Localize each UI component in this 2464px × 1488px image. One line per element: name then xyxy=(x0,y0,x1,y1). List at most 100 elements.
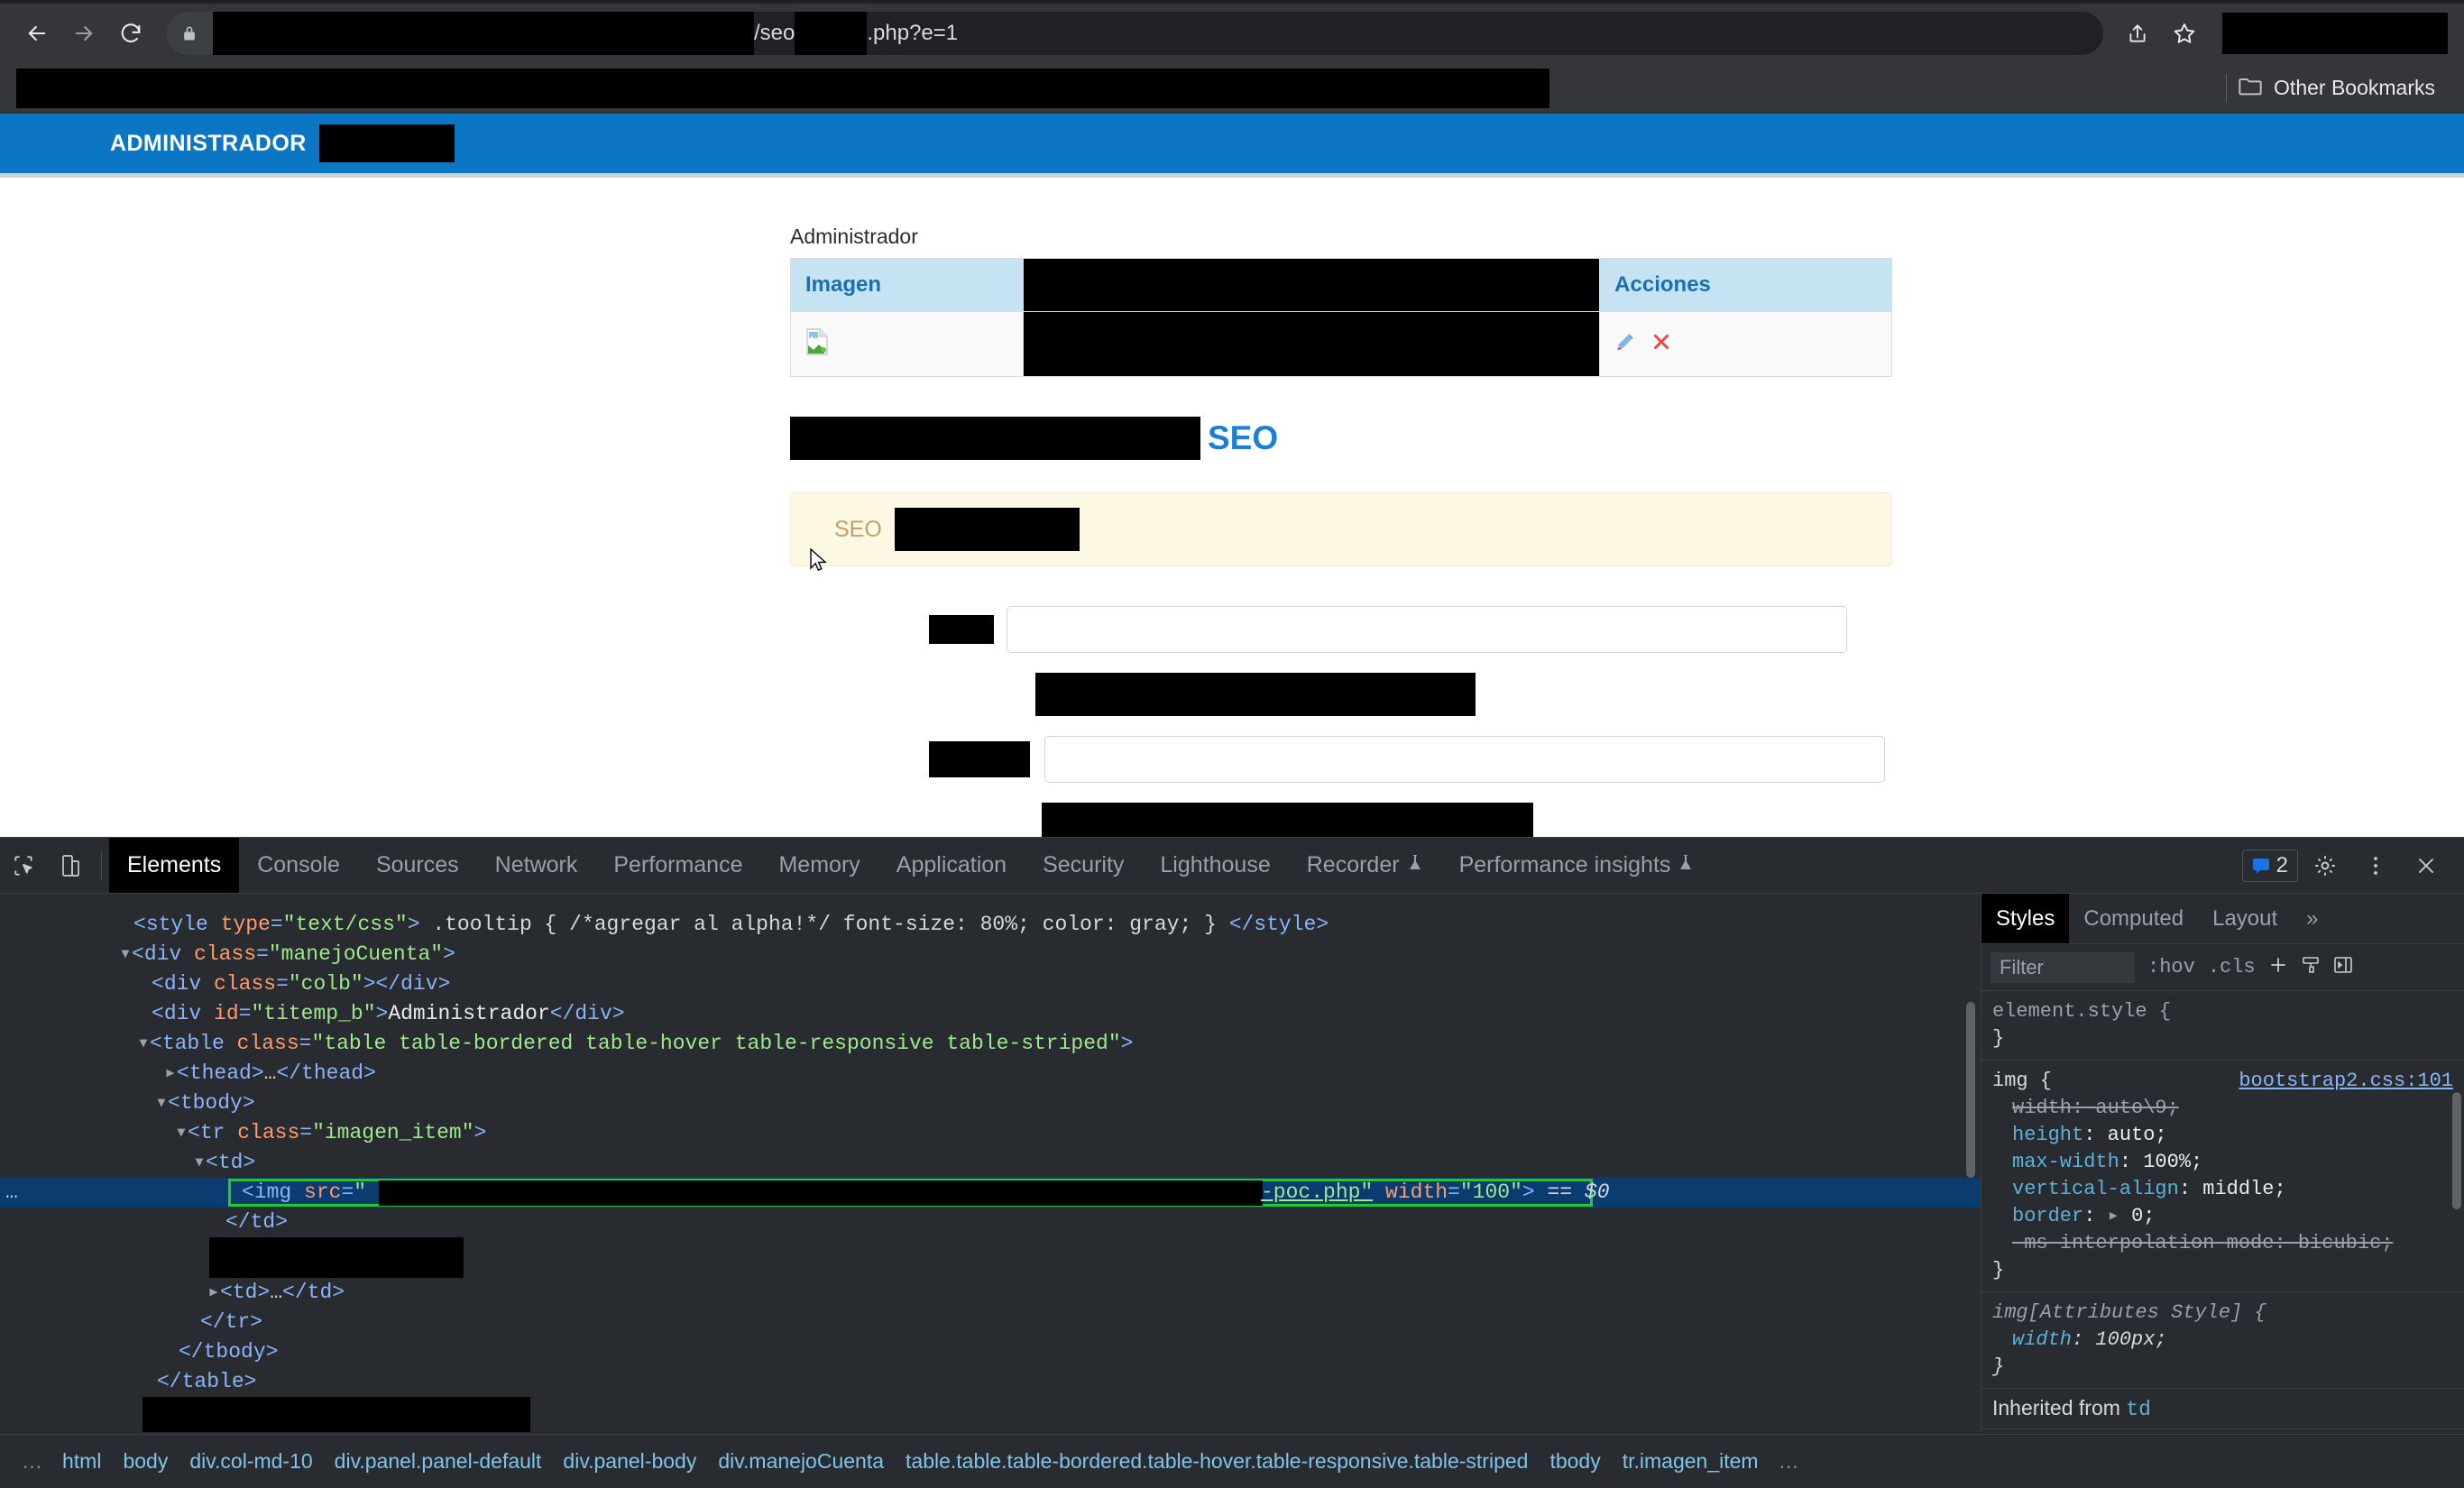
tab-layout[interactable]: Layout xyxy=(2198,894,2292,943)
seo-heading-row: SEO xyxy=(790,417,2464,460)
forward-arrow-icon[interactable] xyxy=(63,13,105,54)
dom-line-partial xyxy=(0,899,1981,910)
declaration-ms-interpolation-disabled[interactable]: -ms-interpolation-mode: bicubic; xyxy=(2012,1230,2453,1257)
tab-more-chevron[interactable]: » xyxy=(2292,894,2332,943)
device-toolbar-icon[interactable] xyxy=(47,838,94,893)
lock-icon[interactable] xyxy=(166,12,213,55)
img-src-redaction xyxy=(379,1180,1263,1206)
declaration-max-width[interactable]: max-width: 100%; xyxy=(2012,1149,2453,1176)
breadcrumb-item-manejocuenta[interactable]: div.manejoCuenta xyxy=(707,1449,895,1474)
style-rule-img-attributes[interactable]: img[Attributes Style] { width: 100px; } xyxy=(1981,1292,2464,1389)
dom-line[interactable]: ▾<div class="manejoCuenta"> xyxy=(0,940,1981,969)
tab-styles[interactable]: Styles xyxy=(1981,894,2070,943)
breadcrumb-item-panel-body[interactable]: div.panel-body xyxy=(552,1449,707,1474)
style-rule-table-td[interactable]: bootstrap2.css:2015 .table th, .table td… xyxy=(1981,1429,2464,1432)
tab-network[interactable]: Network xyxy=(477,838,596,893)
styles-scrollbar[interactable] xyxy=(2452,1092,2461,1209)
form-row-1 xyxy=(929,606,2464,653)
star-icon[interactable] xyxy=(2163,12,2206,55)
dom-line-selected[interactable]: … <img src=" -poc.php" width="100"> == $… xyxy=(0,1178,1981,1208)
dom-line[interactable]: ▾<tbody> xyxy=(0,1088,1981,1118)
toggle-sidebar-icon[interactable] xyxy=(2333,956,2353,979)
dom-line[interactable]: <style type="text/css"> .tooltip { /*agr… xyxy=(0,910,1981,940)
dom-line[interactable]: </tr> xyxy=(0,1308,1981,1337)
dom-scrollbar[interactable] xyxy=(1966,1002,1975,1178)
dom-line[interactable]: </td> xyxy=(0,1208,1981,1237)
tab-memory[interactable]: Memory xyxy=(760,838,878,893)
rule-close: } xyxy=(1992,1259,2005,1281)
breadcrumb-item-tbody[interactable]: tbody xyxy=(1539,1449,1611,1474)
dom-line[interactable]: ▸<thead>…</thead> xyxy=(0,1059,1981,1088)
cls-toggle[interactable]: .cls xyxy=(2208,954,2256,981)
kebab-menu-icon[interactable] xyxy=(2352,842,2399,889)
tab-label: Elements xyxy=(127,852,222,877)
close-icon[interactable] xyxy=(2403,842,2450,889)
edit-pencil-icon[interactable] xyxy=(1614,331,1636,357)
tab-performance-insights[interactable]: Performance insights xyxy=(1441,838,1713,893)
breadcrumb-item-body[interactable]: body xyxy=(112,1449,179,1474)
tab-lighthouse[interactable]: Lighthouse xyxy=(1142,838,1288,893)
breadcrumb-overflow-left[interactable]: … xyxy=(13,1449,51,1474)
style-rule-img[interactable]: bootstrap2.css:101 img { width: auto\9; … xyxy=(1981,1061,2464,1292)
tab-sources[interactable]: Sources xyxy=(358,838,477,893)
plus-icon[interactable] xyxy=(2268,955,2288,980)
rule-close: } xyxy=(1992,1355,2005,1378)
reload-icon[interactable] xyxy=(110,13,152,54)
text-input-2[interactable] xyxy=(1044,736,1885,783)
divider xyxy=(2226,73,2228,103)
tab-console[interactable]: Console xyxy=(239,838,358,893)
breadcrumb-item-panel[interactable]: div.panel.panel-default xyxy=(324,1449,553,1474)
other-bookmarks-item[interactable]: Other Bookmarks xyxy=(2226,73,2448,103)
inherited-from-element[interactable]: td xyxy=(2126,1398,2151,1421)
dom-line[interactable]: </tbody> xyxy=(0,1337,1981,1367)
messages-badge[interactable]: 2 xyxy=(2241,849,2298,882)
delete-x-icon[interactable] xyxy=(1650,331,1672,357)
declaration-width-disabled[interactable]: width: auto\9; xyxy=(2012,1095,2453,1122)
dom-line[interactable]: <div class="colb"></div> xyxy=(0,969,1981,999)
tab-label: Console xyxy=(257,852,340,877)
back-arrow-icon[interactable] xyxy=(16,13,58,54)
address-bar[interactable]: /seo .php?e=1 xyxy=(166,12,2103,55)
column-header-imagen[interactable]: Imagen xyxy=(790,258,1024,312)
tab-application[interactable]: Application xyxy=(878,838,1025,893)
tab-security[interactable]: Security xyxy=(1025,838,1142,893)
declaration-vertical-align[interactable]: vertical-align: middle; xyxy=(2012,1176,2453,1203)
dom-tree-pane[interactable]: <style type="text/css"> .tooltip { /*agr… xyxy=(0,894,1981,1432)
seo-heading-redaction xyxy=(790,417,1200,460)
dom-line[interactable]: ▾<table class="table table-bordered tabl… xyxy=(0,1029,1981,1059)
tab-performance[interactable]: Performance xyxy=(595,838,760,893)
dom-line[interactable]: ▾<tr class="imagen_item"> xyxy=(0,1118,1981,1148)
dom-line[interactable]: ▾<td> xyxy=(0,1148,1981,1178)
rule-close: } xyxy=(1992,1027,2005,1050)
admin-panel: Administrador Imagen Acciones xyxy=(790,225,1892,377)
experiment-flask-icon xyxy=(1407,852,1423,878)
section-title: Administrador xyxy=(790,225,918,248)
text-input-1[interactable] xyxy=(1007,606,1847,653)
hov-toggle[interactable]: :hov xyxy=(2147,954,2195,981)
style-rule-element-style[interactable]: element.style { } xyxy=(1981,991,2464,1061)
share-icon[interactable] xyxy=(2116,12,2159,55)
inspect-element-icon[interactable] xyxy=(0,838,47,893)
browser-toolbar: /seo .php?e=1 xyxy=(0,4,2464,63)
breadcrumb-item-html[interactable]: html xyxy=(51,1449,112,1474)
column-header-acciones[interactable]: Acciones xyxy=(1599,258,1892,312)
declaration-height[interactable]: height: auto; xyxy=(2012,1122,2453,1149)
paintbrush-icon[interactable] xyxy=(2301,955,2321,980)
tab-recorder[interactable]: Recorder xyxy=(1289,838,1441,893)
gear-icon[interactable] xyxy=(2302,842,2349,889)
declaration-border[interactable]: border: ▸ 0; xyxy=(2012,1203,2453,1230)
styles-filter-input[interactable]: Filter xyxy=(1991,951,2135,983)
breadcrumb-item-table[interactable]: table.table.table-bordered.table-hover.t… xyxy=(895,1449,1539,1474)
tab-elements[interactable]: Elements xyxy=(109,838,240,893)
breadcrumb-overflow-right[interactable]: … xyxy=(1770,1449,1808,1474)
dom-line[interactable]: <div id="titemp_b">Administrador</div> xyxy=(0,999,1981,1029)
inherited-label: Inherited from xyxy=(1992,1396,2120,1419)
field-label-redaction-2 xyxy=(929,741,1030,777)
dom-line[interactable]: ▸<td>…</td> xyxy=(0,1278,1981,1308)
tab-computed[interactable]: Computed xyxy=(2069,894,2198,943)
devtools-actions: 2 xyxy=(2241,838,2464,893)
dom-line[interactable]: </table> xyxy=(0,1367,1981,1397)
rule-source-link[interactable]: bootstrap2.css:101 xyxy=(2239,1068,2453,1095)
breadcrumb-item-col-md-10[interactable]: div.col-md-10 xyxy=(179,1449,323,1474)
breadcrumb-item-tr[interactable]: tr.imagen_item xyxy=(1612,1449,1770,1474)
